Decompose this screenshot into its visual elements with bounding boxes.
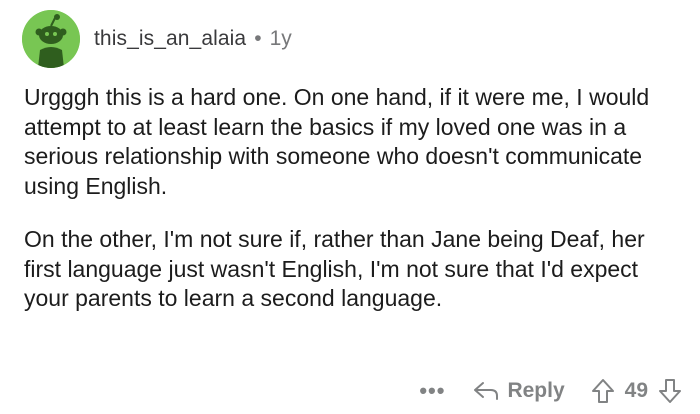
comment-actions: ••• Reply 49 [419,376,682,406]
reply-arrow-icon [474,382,499,400]
avatar[interactable] [22,10,80,68]
comment-age: 1y [269,27,292,50]
username[interactable]: this_is_an_alaia [94,27,246,51]
reply-button[interactable]: Reply [473,379,565,403]
downvote-button[interactable] [658,378,682,404]
upvote-button[interactable] [591,378,615,404]
comment-header: this_is_an_alaia • 1y [22,10,292,68]
comment-body: Urgggh this is a hard one. On one hand, … [24,83,684,314]
vote-controls: 49 [591,378,682,404]
more-options-button[interactable]: ••• [419,378,445,404]
comment-paragraph-2: On the other, I'm not sure if, rather th… [24,226,645,311]
separator-dot: • [254,27,262,50]
vote-score: 49 [624,379,648,402]
downvote-arrow-icon [659,379,681,403]
reply-label: Reply [507,379,565,402]
comment-paragraph-1: Urgggh this is a hard one. On one hand, … [24,84,650,199]
snoo-avatar-icon [22,10,80,68]
upvote-arrow-icon [591,379,614,403]
